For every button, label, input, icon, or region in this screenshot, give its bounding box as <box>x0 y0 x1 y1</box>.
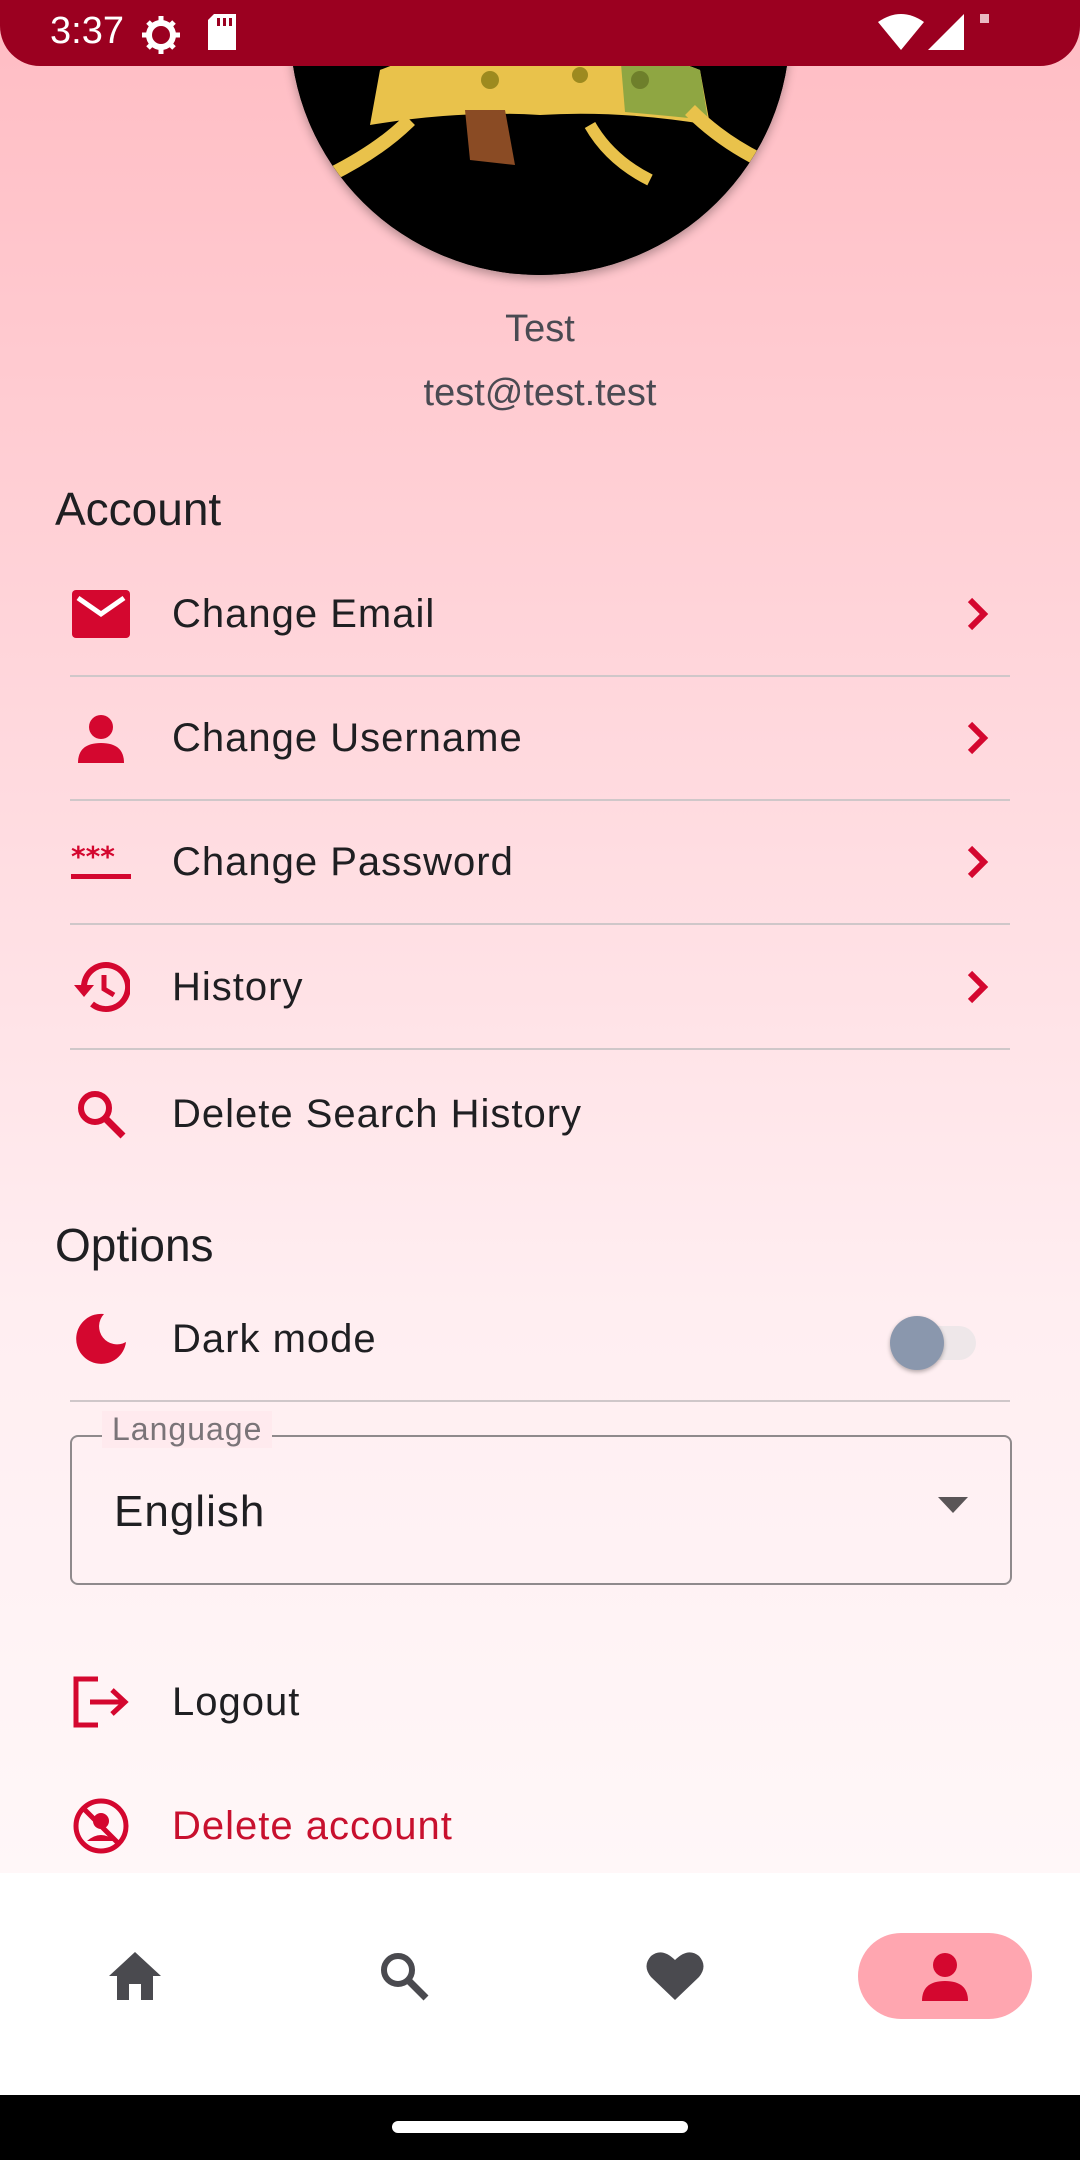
delete-account-icon <box>70 1795 132 1857</box>
dark-mode-toggle[interactable] <box>890 1314 980 1370</box>
dropdown-arrow-icon <box>938 1497 968 1513</box>
search-icon <box>70 1083 132 1145</box>
logout-row[interactable]: Logout <box>70 1641 1010 1763</box>
toggle-thumb <box>890 1316 944 1370</box>
profile-name: Test <box>505 308 575 350</box>
history-icon <box>70 956 132 1018</box>
logout-label: Logout <box>172 1679 301 1724</box>
sd-card-icon <box>208 14 236 50</box>
svg-text:***: *** <box>71 842 115 873</box>
home-gesture-handle[interactable] <box>392 2121 688 2133</box>
screen: Test test@test.test Account Change Email… <box>0 0 1080 2160</box>
account-section-title: Account <box>55 483 222 535</box>
nav-search[interactable] <box>317 1933 491 2019</box>
nav-home[interactable] <box>48 1933 222 2019</box>
options-section-title: Options <box>55 1219 214 1271</box>
delete-account-label: Delete account <box>172 1803 453 1848</box>
settings-gear-icon <box>142 16 180 54</box>
dark-mode-label: Dark mode <box>172 1316 377 1361</box>
bottom-navigation <box>0 1873 1080 2095</box>
language-value: English <box>114 1487 266 1536</box>
system-gesture-bar <box>0 2095 1080 2160</box>
person-icon <box>70 707 132 769</box>
logout-icon <box>70 1671 132 1733</box>
change-username-label: Change Username <box>172 715 523 760</box>
change-password-label: Change Password <box>172 839 514 884</box>
history-label: History <box>172 964 304 1009</box>
heart-icon <box>646 1952 704 2000</box>
status-time: 3:37 <box>50 10 124 52</box>
chevron-right-icon <box>967 721 989 755</box>
chevron-right-icon <box>967 845 989 879</box>
moon-icon <box>70 1308 132 1370</box>
chevron-right-icon <box>967 597 989 631</box>
notification-dot-icon <box>980 14 989 23</box>
delete-search-history-label: Delete Search History <box>172 1091 583 1136</box>
profile-content: Test test@test.test Account Change Email… <box>0 0 1080 1873</box>
cell-signal-icon <box>928 14 964 50</box>
delete-account-row[interactable]: Delete account <box>70 1765 1010 1873</box>
change-email-label: Change Email <box>172 591 436 636</box>
wifi-icon <box>878 14 924 50</box>
delete-search-history-row[interactable]: Delete Search History <box>70 1053 1010 1175</box>
chevron-right-icon <box>967 970 989 1004</box>
profile-email: test@test.test <box>423 372 657 414</box>
person-icon <box>922 1953 968 2001</box>
language-select[interactable]: Language English <box>70 1411 1012 1585</box>
password-icon: *** <box>70 831 132 893</box>
change-username-row[interactable]: Change Username <box>70 677 1010 801</box>
nav-favorites[interactable] <box>588 1933 762 2019</box>
email-icon <box>70 583 132 645</box>
search-icon <box>381 1953 429 2001</box>
history-row[interactable]: History <box>70 926 1010 1050</box>
language-label: Language <box>102 1411 273 1448</box>
change-password-row[interactable]: *** Change Password <box>70 801 1010 925</box>
status-bar: 3:37 <box>0 0 1080 66</box>
dark-mode-row[interactable]: Dark mode <box>70 1278 1010 1402</box>
nav-profile[interactable] <box>858 1933 1032 2019</box>
change-email-row[interactable]: Change Email <box>70 553 1010 677</box>
home-icon <box>109 1952 161 2000</box>
